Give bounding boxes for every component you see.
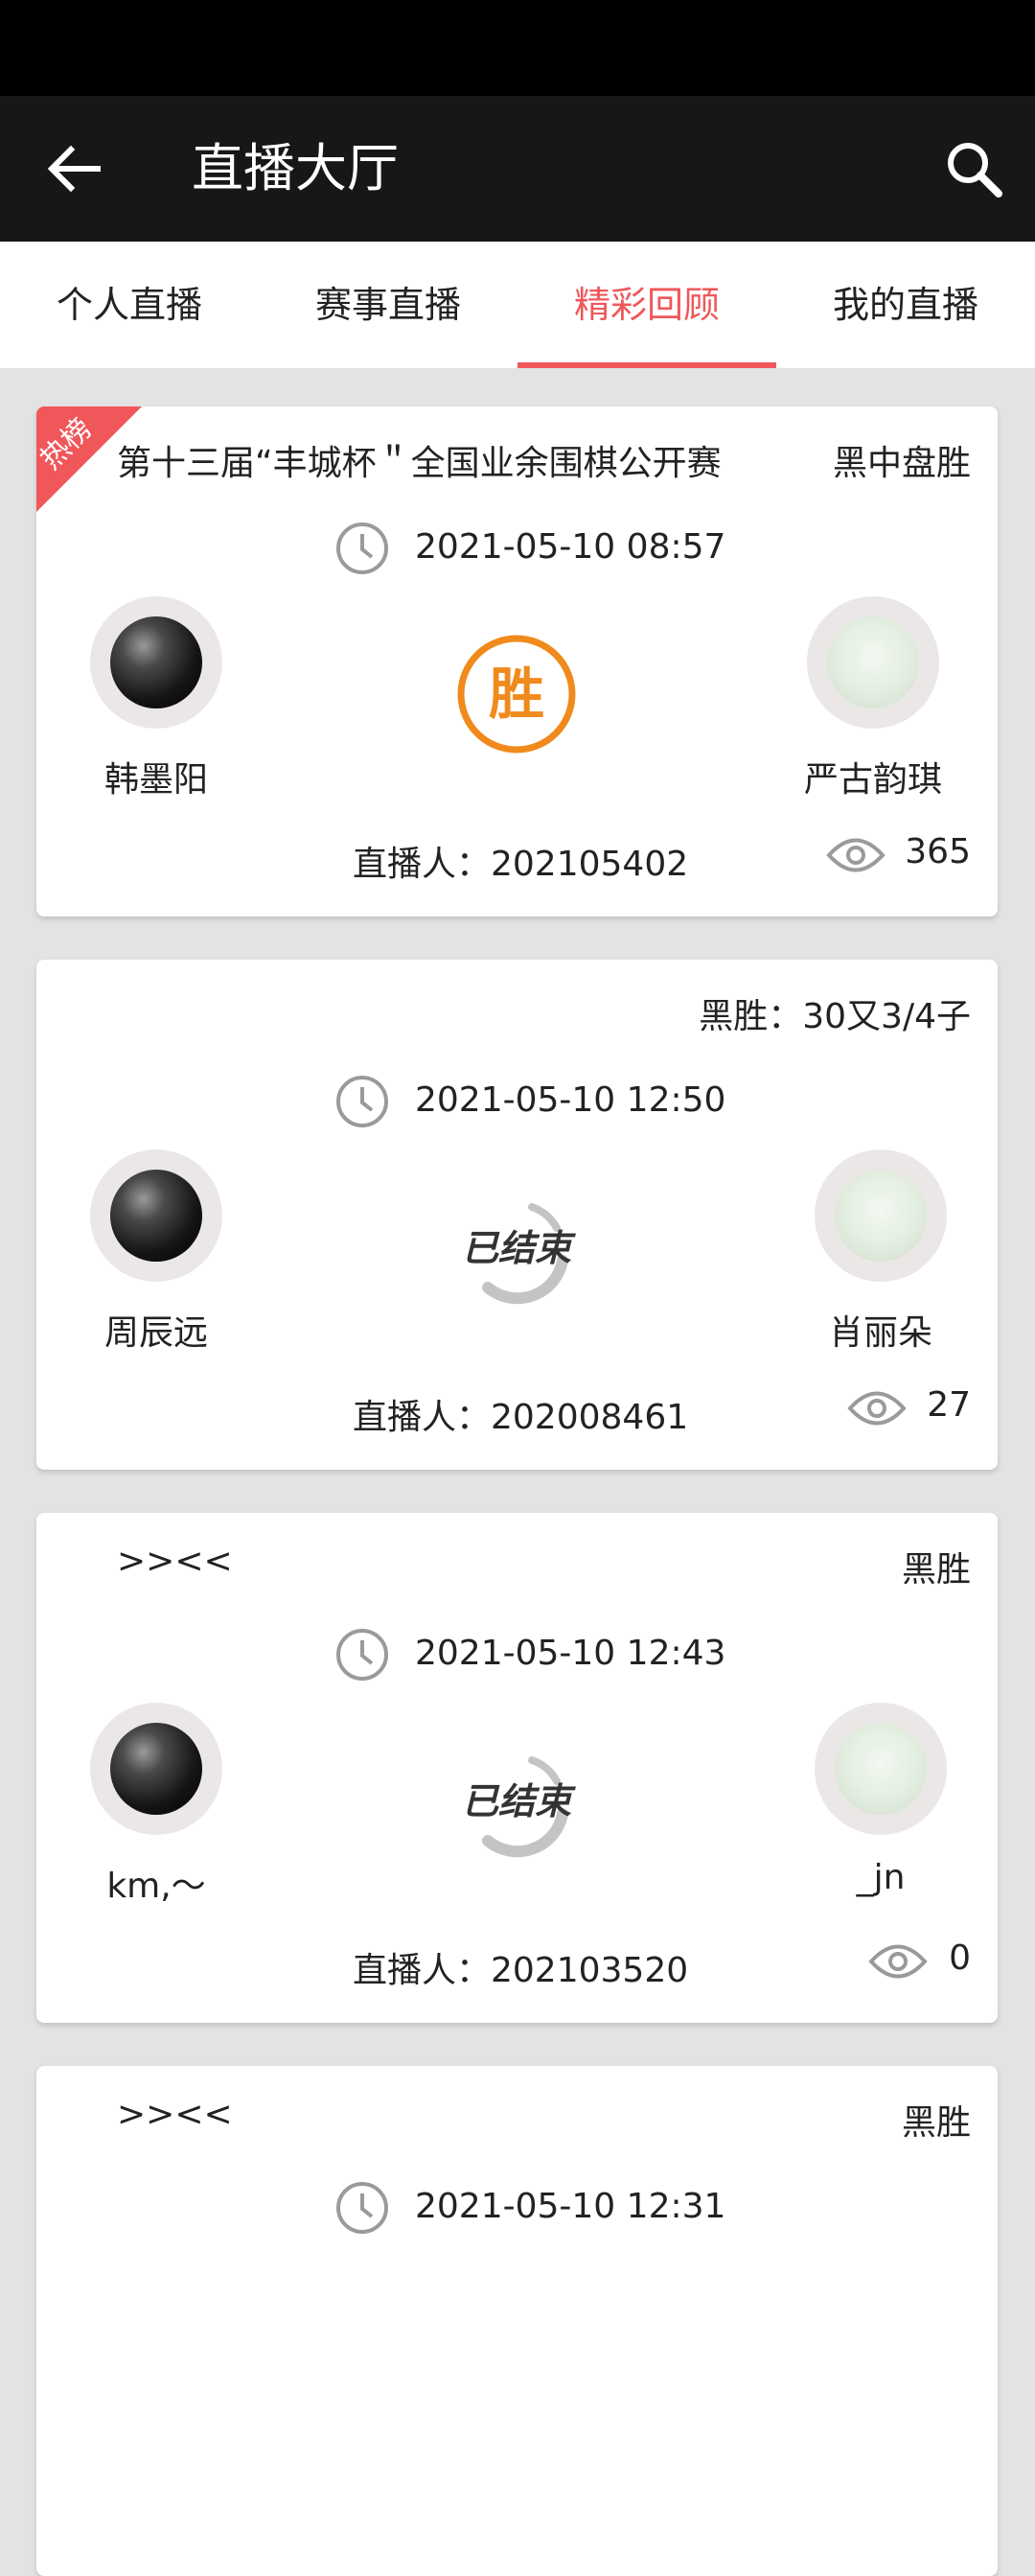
win-badge-label: 胜 <box>489 661 544 727</box>
clock-icon <box>336 522 388 574</box>
ended-badge-label: 已结束 <box>462 1779 576 1822</box>
tab-event-live[interactable]: 赛事直播 <box>259 242 518 368</box>
black-player-name: km,～ <box>106 1867 206 1906</box>
black-player-name: 周辰远 <box>104 1313 208 1353</box>
white-player-avatar <box>807 596 939 729</box>
game-title: >><< <box>117 2095 233 2134</box>
game-time: 2021-05-10 12:31 <box>415 2187 726 2226</box>
tab-my-live[interactable]: 我的直播 <box>776 242 1035 368</box>
game-result: 黑胜 <box>901 1550 971 1590</box>
search-icon[interactable] <box>939 134 1008 203</box>
game-card[interactable]: 黑胜：30又3/4子 2021-05-10 12:50 已结束 周辰远 肖丽朵 … <box>36 960 998 1470</box>
view-count: 365 <box>905 832 971 871</box>
clock-icon <box>336 1076 388 1127</box>
game-time: 2021-05-10 08:57 <box>415 527 726 567</box>
black-stone-icon <box>110 616 202 708</box>
tab-personal-live[interactable]: 个人直播 <box>0 242 259 368</box>
broadcaster-label: 直播人：202103520 <box>353 1951 689 1990</box>
white-stone-icon <box>827 616 919 708</box>
black-stone-icon <box>110 1723 202 1815</box>
game-time: 2021-05-10 12:50 <box>415 1080 726 1120</box>
game-title: >><< <box>117 1542 233 1581</box>
white-player-name: _jn <box>856 1858 906 1897</box>
black-stone-icon <box>110 1170 202 1262</box>
app-bar: 直播大厅 <box>0 96 1035 242</box>
ended-badge-label: 已结束 <box>462 1226 576 1269</box>
white-stone-icon <box>835 1723 927 1815</box>
page-title: 直播大厅 <box>192 138 399 198</box>
tab-indicator <box>518 362 776 368</box>
eye-icon <box>868 1944 928 1979</box>
back-arrow-icon[interactable] <box>38 132 111 205</box>
game-card[interactable]: >><< 黑胜 2021-05-10 12:31 <box>36 2066 998 2576</box>
game-result: 黑中盘胜 <box>832 444 971 483</box>
tab-highlights[interactable]: 精彩回顾 <box>518 242 776 368</box>
win-badge-icon: 胜 <box>457 635 576 754</box>
game-card[interactable]: 热榜 第十三届“丰城杯＂全国业余围棋公开赛 黑中盘胜 2021-05-10 08… <box>36 406 998 917</box>
game-time: 2021-05-10 12:43 <box>415 1634 726 1673</box>
white-player-name: 严古韵琪 <box>803 760 942 800</box>
ended-badge-icon: 已结束 <box>462 1756 576 1858</box>
status-bar <box>0 0 1035 96</box>
view-count: 27 <box>927 1385 971 1425</box>
eye-icon <box>826 838 886 872</box>
white-player-avatar <box>815 1703 947 1835</box>
clock-icon <box>336 2182 388 2234</box>
white-player-name: 肖丽朵 <box>828 1313 932 1353</box>
broadcaster-label: 直播人：202105402 <box>353 845 689 884</box>
game-title: 第十三届“丰城杯＂全国业余围棋公开赛 <box>117 444 722 483</box>
view-count: 0 <box>949 1938 971 1978</box>
game-result: 黑胜 <box>901 2103 971 2143</box>
white-stone-icon <box>835 1170 927 1262</box>
white-player-avatar <box>815 1149 947 1282</box>
black-player-name: 韩墨阳 <box>104 760 208 800</box>
black-player-avatar <box>90 1703 222 1835</box>
black-player-avatar <box>90 596 222 729</box>
game-result: 黑胜：30又3/4子 <box>699 997 971 1036</box>
ended-badge-icon: 已结束 <box>462 1203 576 1305</box>
clock-icon <box>336 1629 388 1681</box>
black-player-avatar <box>90 1149 222 1282</box>
broadcaster-label: 直播人：202008461 <box>353 1398 689 1437</box>
eye-icon <box>847 1391 907 1426</box>
game-card[interactable]: >><< 黑胜 2021-05-10 12:43 已结束 km,～ _jn 直播… <box>36 1513 998 2023</box>
tab-bar: 个人直播 赛事直播 精彩回顾 我的直播 <box>0 242 1035 368</box>
